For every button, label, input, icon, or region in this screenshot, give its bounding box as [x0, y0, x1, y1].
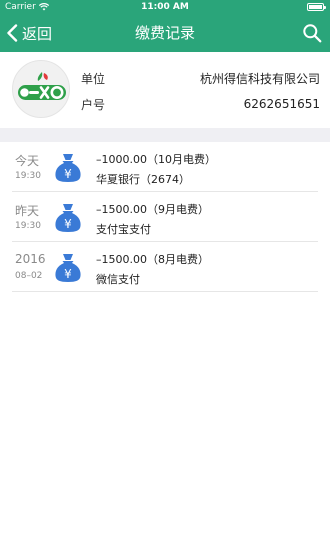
account-card: 单位 杭州得信科技有限公司 户号 6262651651	[0, 52, 330, 128]
record-time: 19:30	[15, 171, 41, 181]
money-bag-icon: ¥	[55, 254, 81, 282]
svg-text:¥: ¥	[64, 267, 72, 281]
utility-logo	[12, 60, 70, 118]
record-source: 微信支付	[96, 273, 140, 286]
search-icon[interactable]	[302, 23, 322, 43]
record-time: 08–02	[15, 271, 43, 281]
record-source: 支付宝支付	[96, 223, 151, 236]
svg-text:¥: ¥	[64, 217, 72, 231]
money-bag-icon: ¥	[55, 204, 81, 232]
account-number-value: 6262651651	[243, 97, 320, 111]
svg-text:¥: ¥	[64, 167, 72, 181]
section-divider	[0, 128, 330, 142]
nav-bar: 返回 缴费记录	[0, 14, 330, 52]
payment-record-list: 今天 19:30 ¥ –1000.00（10月电费） 华夏银行（2674） 昨天…	[0, 142, 330, 292]
record-amount: –1000.00（10月电费）	[96, 153, 216, 166]
record-date: 昨天	[15, 204, 40, 218]
page-title: 缴费记录	[134, 24, 195, 42]
row-separator	[12, 291, 318, 292]
list-item[interactable]: 2016 08–02 ¥ –1500.00（8月电费） 微信支付	[0, 242, 330, 292]
unit-row: 单位 杭州得信科技有限公司	[81, 68, 320, 88]
account-number-label: 户号	[81, 97, 106, 112]
battery-icon	[307, 3, 326, 11]
record-time: 19:30	[15, 221, 41, 231]
record-date: 2016	[15, 252, 46, 266]
record-date: 今天	[15, 154, 40, 168]
status-time: 11:00 AM	[141, 2, 189, 12]
record-source: 华夏银行（2674）	[96, 173, 190, 186]
record-amount: –1500.00（9月电费）	[96, 203, 209, 216]
record-amount: –1500.00（8月电费）	[96, 253, 209, 266]
unit-label: 单位	[81, 71, 106, 86]
list-item[interactable]: 昨天 19:30 ¥ –1500.00（9月电费） 支付宝支付	[0, 192, 330, 242]
unit-value: 杭州得信科技有限公司	[199, 71, 320, 86]
list-item[interactable]: 今天 19:30 ¥ –1000.00（10月电费） 华夏银行（2674）	[0, 142, 330, 192]
status-bar: Carrier 11:00 AM	[0, 0, 330, 14]
account-number-row: 户号 6262651651	[81, 94, 320, 114]
money-bag-icon: ¥	[55, 154, 81, 182]
